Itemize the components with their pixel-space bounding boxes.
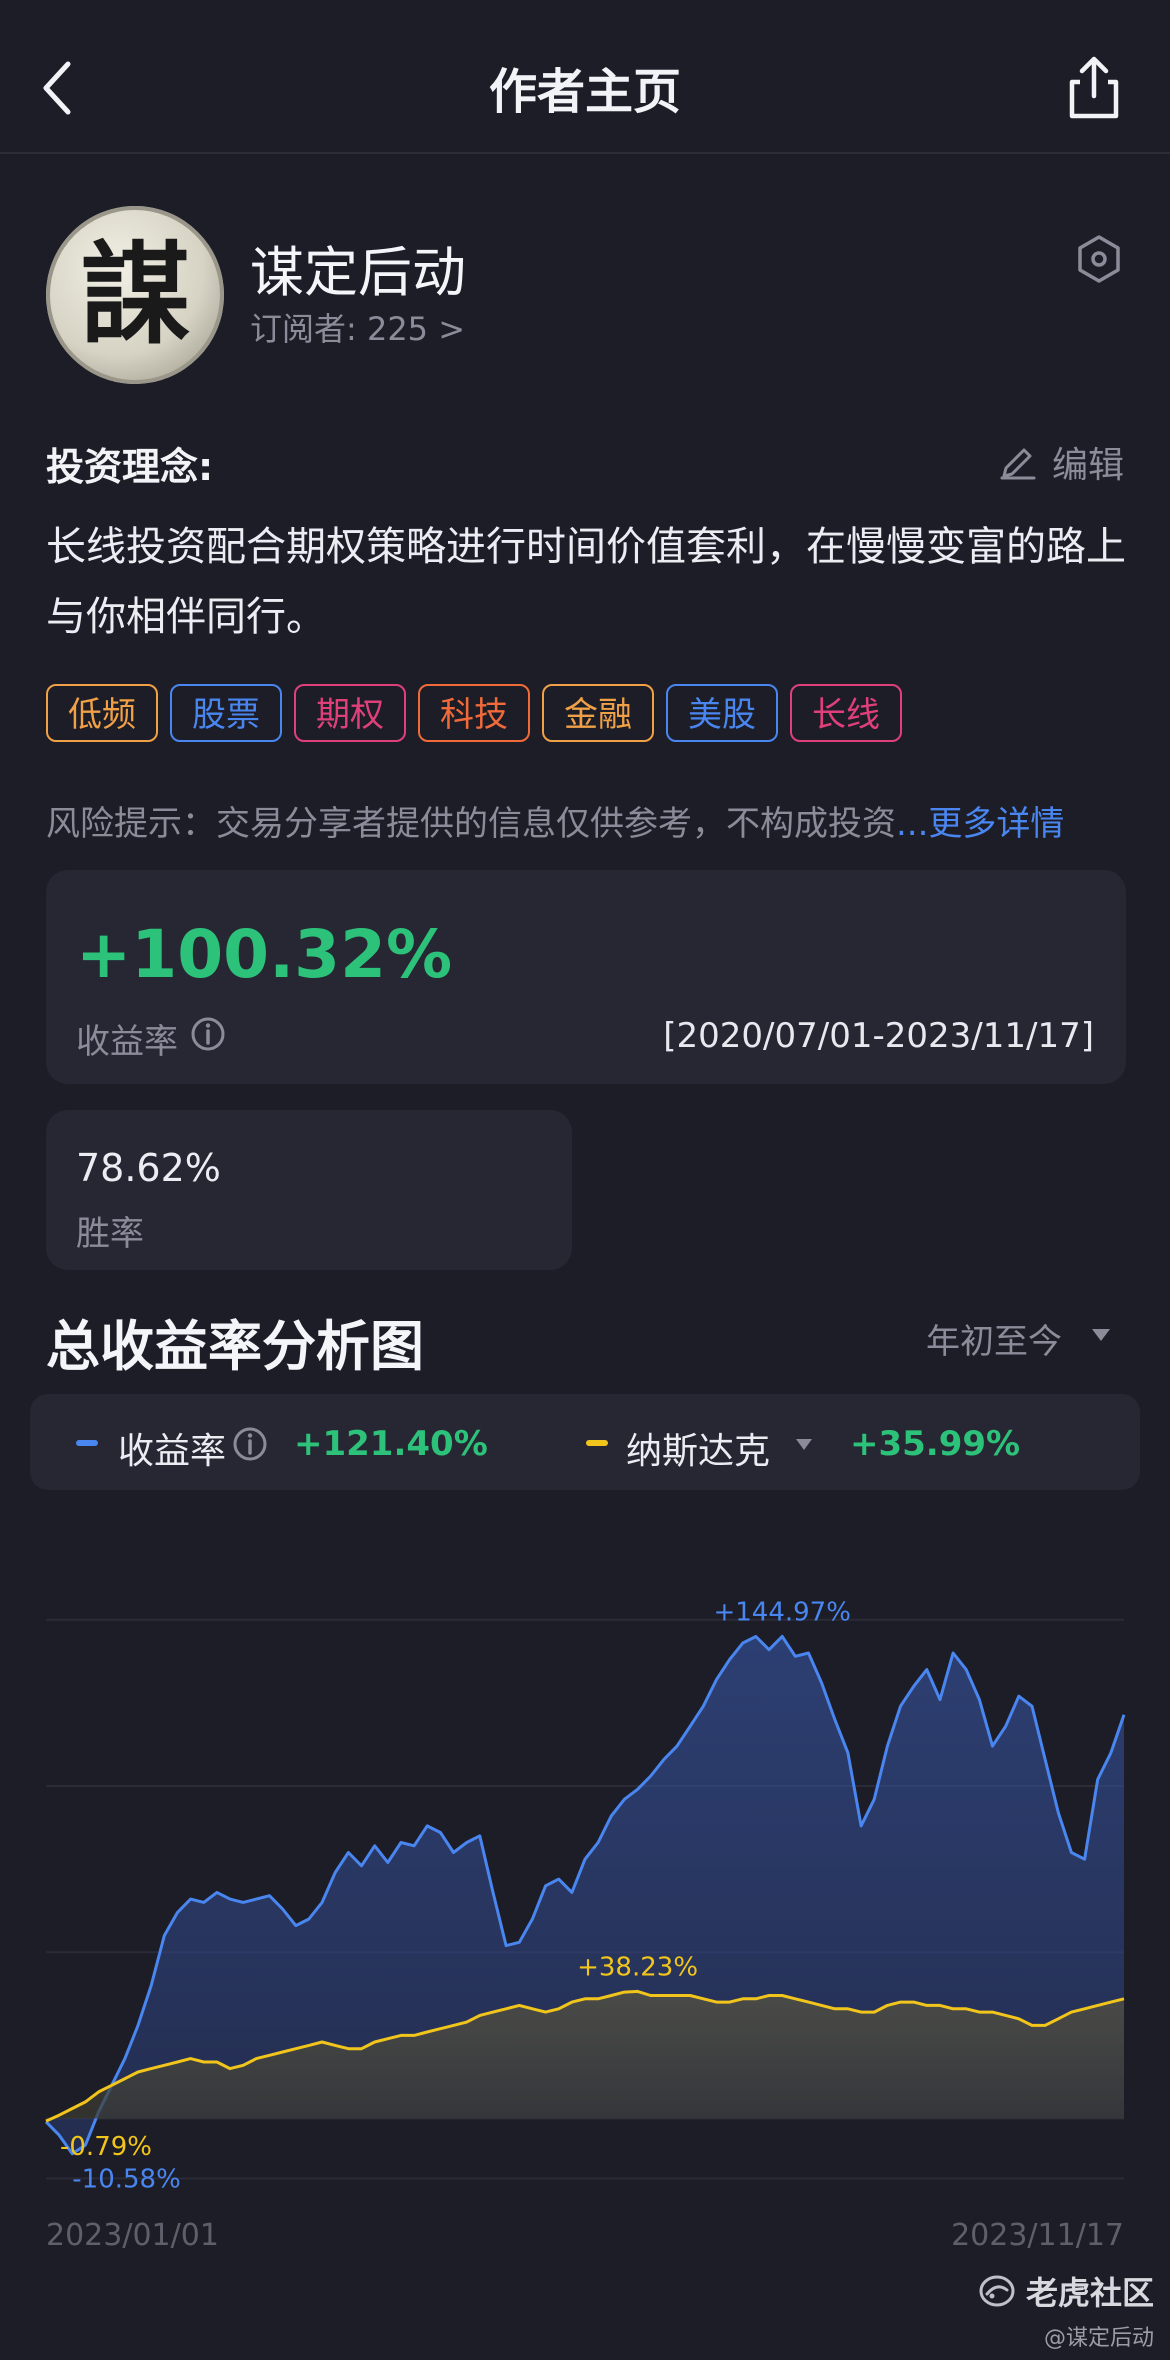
- watermark-user: @谋定后动: [1043, 2326, 1154, 2351]
- winrate-label: 胜率: [76, 1214, 144, 1254]
- legend-swatch-nasdaq: [586, 1440, 608, 1446]
- benchmark-select[interactable]: 纳斯达克: [626, 1422, 770, 1474]
- risk-notice: 风险提示：交易分享者提供的信息仅供参考，不构成投资...更多详情: [46, 796, 1136, 845]
- tag[interactable]: 股票: [170, 684, 282, 742]
- avatar-glyph: 謀: [80, 230, 190, 359]
- legend-name-return: 收益率: [118, 1431, 227, 1472]
- legend-value-nasdaq: +35.99%: [850, 1424, 1021, 1464]
- info-icon[interactable]: [232, 1426, 268, 1462]
- tag[interactable]: 长线: [790, 684, 902, 742]
- page-title: 作者主页: [488, 64, 681, 120]
- tag[interactable]: 美股: [666, 684, 778, 742]
- date-range: [2020/07/01-2023/11/17]: [663, 1016, 1094, 1056]
- tag[interactable]: 期权: [294, 684, 406, 742]
- tag[interactable]: 金融: [542, 684, 654, 742]
- return-value: +100.32%: [76, 916, 453, 993]
- tag-list: 低频 股票 期权 科技 金融 美股 长线: [46, 684, 902, 742]
- info-icon[interactable]: [190, 1016, 226, 1052]
- series-max-label: +144.97%: [713, 1597, 850, 1627]
- philosophy-text: 长线投资配合期权策略进行时间价值套利，在慢慢变富的路上与你相伴同行。: [46, 524, 1126, 640]
- legend-swatch-return: [76, 1440, 98, 1446]
- return-label: 收益率: [76, 1022, 178, 1062]
- caret-down-icon[interactable]: [1090, 1326, 1112, 1344]
- risk-text: 风险提示：交易分享者提供的信息仅供参考，不构成投资: [46, 804, 896, 844]
- tag[interactable]: 低频: [46, 684, 158, 742]
- series-max-label: +38.23%: [577, 1952, 698, 1982]
- settings-hexagon-icon[interactable]: [1076, 234, 1122, 284]
- philosophy-title: 投资理念:: [46, 445, 214, 489]
- x-axis-start-label: 2023/01/01: [46, 2218, 219, 2253]
- series-min-label: -10.58%: [72, 2165, 181, 2195]
- subscriber-count-link[interactable]: 订阅者: 225 >: [250, 304, 465, 350]
- caret-down-icon[interactable]: [794, 1436, 814, 1452]
- more-details-link[interactable]: ...更多详情: [896, 804, 1064, 844]
- return-chart[interactable]: +144.97% -10.58% +38.23% -0.79%: [0, 1500, 1170, 2200]
- tiger-logo-icon: [979, 2275, 1015, 2307]
- legend-value-return: +121.40%: [294, 1424, 488, 1464]
- edit-label: 编辑: [1052, 445, 1125, 486]
- edit-pencil-icon: [1000, 448, 1036, 480]
- winrate-value: 78.62%: [76, 1146, 221, 1190]
- tag[interactable]: 科技: [418, 684, 530, 742]
- author-name: 谋定后动: [250, 241, 466, 304]
- watermark-brand: 老虎社区: [1026, 2274, 1155, 2312]
- chart-section-title: 总收益率分析图: [46, 1315, 424, 1378]
- share-icon[interactable]: [1066, 56, 1122, 120]
- series-min-label: -0.79%: [60, 2132, 152, 2162]
- x-axis-end-label: 2023/11/17: [951, 2218, 1124, 2253]
- range-select[interactable]: 年初至今: [926, 1314, 1062, 1363]
